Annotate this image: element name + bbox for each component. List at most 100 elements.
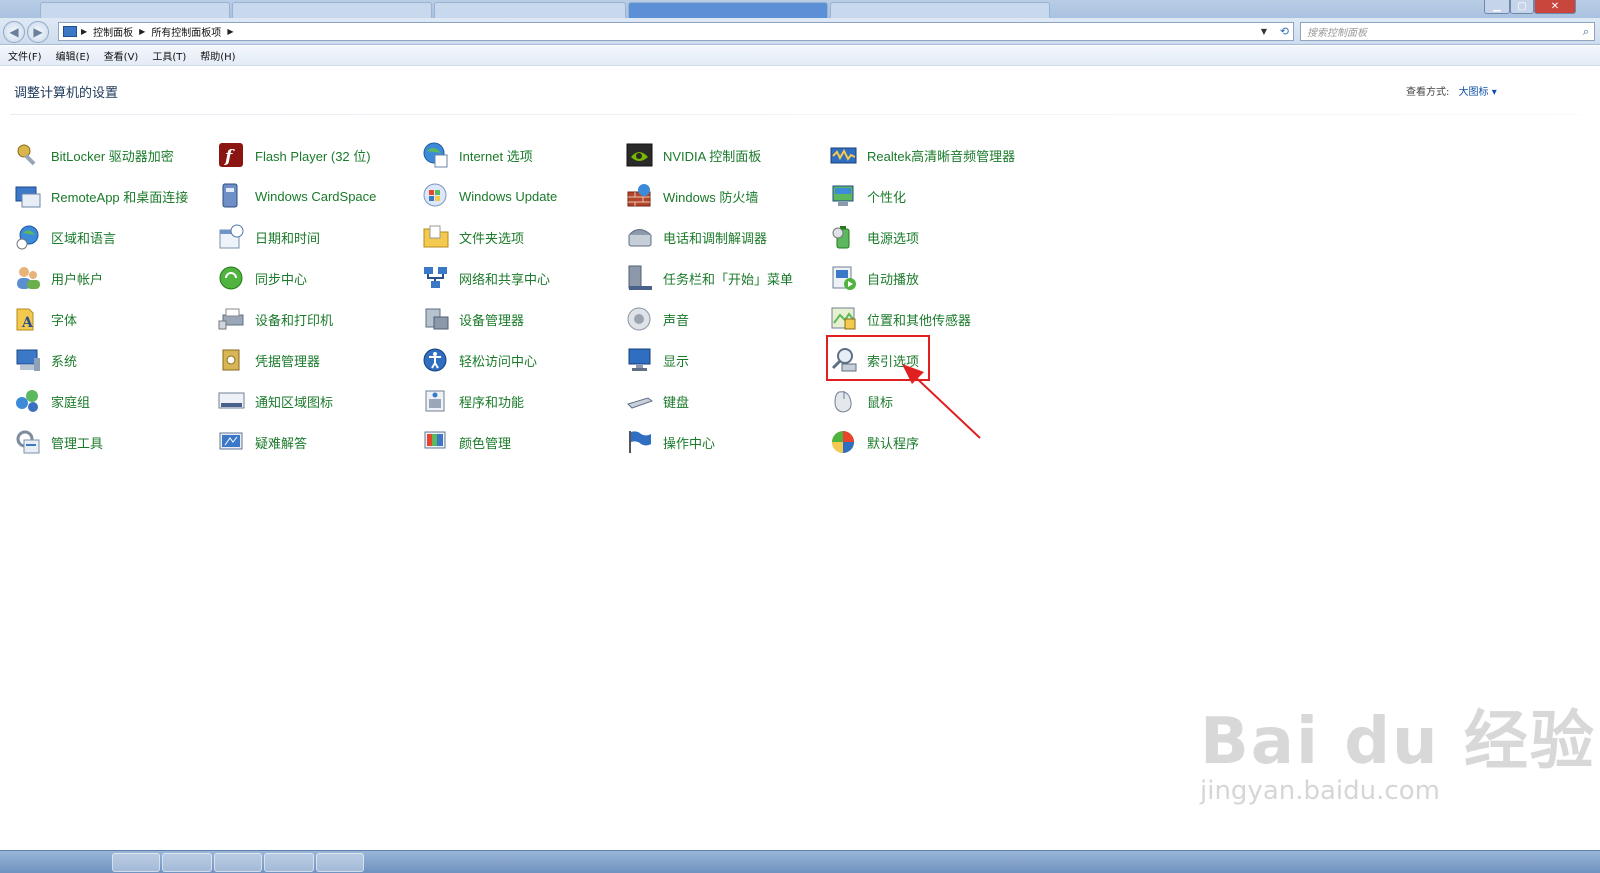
menu-edit[interactable]: 编辑(E) (56, 48, 90, 63)
control-panel-icon (63, 26, 77, 37)
forward-button[interactable]: ▶ (27, 21, 49, 43)
menu-tools[interactable]: 工具(T) (152, 48, 186, 63)
item-label: 用户帐户 (51, 271, 104, 287)
item-color-management[interactable]: 颜色管理 (422, 423, 622, 461)
item-remoteapp[interactable]: RemoteApp 和桌面连接 (14, 177, 214, 215)
window-tab[interactable] (434, 2, 626, 18)
item-label: 颜色管理 (459, 435, 512, 451)
menu-view[interactable]: 查看(V) (104, 48, 139, 63)
item-network-sharing[interactable]: 网络和共享中心 (422, 259, 622, 297)
item-sync-center[interactable]: 同步中心 (218, 259, 418, 297)
item-folder-options[interactable]: 文件夹选项 (422, 218, 622, 256)
window-tab[interactable] (232, 2, 432, 18)
item-keyboard[interactable]: 键盘 (626, 382, 826, 420)
item-admin-tools[interactable]: 管理工具 (14, 423, 214, 461)
item-label: 显示 (663, 353, 690, 369)
taskbar-button[interactable] (316, 853, 364, 872)
item-location-sensors[interactable]: 位置和其他传感器 (830, 300, 1030, 338)
chevron-right-icon: ▶ (81, 27, 88, 36)
window-tab[interactable] (40, 2, 230, 18)
item-label: 声音 (663, 312, 690, 328)
item-credential-manager[interactable]: 凭据管理器 (218, 341, 418, 379)
item-realtek-audio[interactable]: Realtek高清晰音频管理器 (830, 136, 1030, 174)
speaker-icon (626, 305, 654, 333)
taskbar-icon (626, 264, 654, 292)
minimize-button[interactable]: ▁ (1484, 0, 1510, 14)
item-device-manager[interactable]: 设备管理器 (422, 300, 622, 338)
item-taskbar-start[interactable]: 任务栏和「开始」菜单 (626, 259, 826, 297)
annotation-arrow (902, 364, 981, 439)
item-label: 网络和共享中心 (459, 271, 551, 287)
item-windows-firewall[interactable]: Windows 防火墙 (626, 177, 826, 215)
refresh-icon[interactable]: ⟲ (1280, 25, 1289, 38)
item-ease-of-access[interactable]: 轻松访问中心 (422, 341, 622, 379)
item-fonts[interactable]: A 字体 (14, 300, 214, 338)
item-sound[interactable]: 声音 (626, 300, 826, 338)
search-placeholder: 搜索控制面板 (1307, 28, 1367, 39)
window-tab[interactable] (830, 2, 1050, 18)
item-troubleshooting[interactable]: 疑难解答 (218, 423, 418, 461)
item-label: 操作中心 (663, 435, 716, 451)
history-dropdown-icon[interactable]: ▼ (1261, 27, 1267, 36)
folder-icon (422, 223, 450, 251)
item-user-accounts[interactable]: 用户帐户 (14, 259, 214, 297)
breadcrumb-control-panel[interactable]: 控制面板 (93, 24, 133, 39)
font-folder-icon: A (14, 305, 42, 333)
item-label: 同步中心 (255, 271, 308, 287)
chevron-right-icon: ▶ (227, 27, 234, 36)
menu-file[interactable]: 文件(F) (8, 48, 42, 63)
item-personalization[interactable]: 个性化 (830, 177, 1030, 215)
item-bitlocker[interactable]: BitLocker 驱动器加密 (14, 136, 214, 174)
item-label: 自动播放 (867, 271, 920, 287)
item-programs-features[interactable]: 程序和功能 (422, 382, 622, 420)
item-label: 设备和打印机 (255, 312, 334, 328)
vault-icon (218, 346, 246, 374)
divider (10, 114, 1580, 115)
battery-icon (830, 223, 858, 251)
item-phone-modem[interactable]: 电话和调制解调器 (626, 218, 826, 256)
phone-icon (626, 223, 654, 251)
autoplay-icon (830, 264, 858, 292)
item-homegroup[interactable]: 家庭组 (14, 382, 214, 420)
item-autoplay[interactable]: 自动播放 (830, 259, 1030, 297)
item-system[interactable]: 系统 (14, 341, 214, 379)
arrow-right-icon: ▶ (33, 25, 43, 39)
firewall-icon (626, 182, 654, 210)
view-by-dropdown[interactable]: 大图标 ▾ (1459, 87, 1497, 98)
back-button[interactable]: ◀ (3, 21, 25, 43)
color-management-icon (422, 428, 450, 456)
printer-icon (218, 305, 246, 333)
search-input[interactable]: 搜索控制面板 ⌕ (1300, 22, 1595, 41)
item-notification-icons[interactable]: 通知区域图标 (218, 382, 418, 420)
maximize-button[interactable]: ▢ (1510, 0, 1534, 14)
item-label: 凭据管理器 (255, 353, 321, 369)
item-nvidia-control[interactable]: NVIDIA 控制面板 (626, 136, 826, 174)
breadcrumb-all-items[interactable]: 所有控制面板项 (151, 24, 221, 39)
address-toolbar: ◀ ▶ ▶ 控制面板 ▶ 所有控制面板项 ▶ ▼ ⟲ 搜索控制面板 ⌕ (0, 18, 1600, 45)
window-tab[interactable] (628, 2, 828, 18)
item-date-time[interactable]: 日期和时间 (218, 218, 418, 256)
item-region-language[interactable]: 区域和语言 (14, 218, 214, 256)
item-power-options[interactable]: 电源选项 (830, 218, 1030, 256)
item-display[interactable]: 显示 (626, 341, 826, 379)
item-flash-player[interactable]: f Flash Player (32 位) (218, 136, 418, 174)
item-devices-printers[interactable]: 设备和打印机 (218, 300, 418, 338)
item-label: 疑难解答 (255, 435, 308, 451)
item-label: 字体 (51, 312, 78, 328)
item-action-center[interactable]: 操作中心 (626, 423, 826, 461)
taskbar-button[interactable] (214, 853, 262, 872)
sensor-map-icon (830, 305, 858, 333)
item-label: 任务栏和「开始」菜单 (663, 271, 794, 287)
menu-help[interactable]: 帮助(H) (200, 48, 235, 63)
search-icon[interactable]: ⌕ (1583, 25, 1589, 39)
taskbar-button[interactable] (264, 853, 314, 872)
address-field[interactable]: ▶ 控制面板 ▶ 所有控制面板项 ▶ ▼ ⟲ (58, 22, 1294, 41)
item-windows-update[interactable]: Windows Update (422, 177, 622, 215)
chevron-right-icon: ▶ (139, 27, 146, 36)
item-internet-options[interactable]: Internet 选项 (422, 136, 622, 174)
item-cardspace[interactable]: Windows CardSpace (218, 177, 418, 215)
taskbar-button[interactable] (162, 853, 212, 872)
close-button[interactable]: ✕ (1534, 0, 1576, 14)
item-label: 日期和时间 (255, 230, 321, 246)
taskbar-button[interactable] (112, 853, 160, 872)
